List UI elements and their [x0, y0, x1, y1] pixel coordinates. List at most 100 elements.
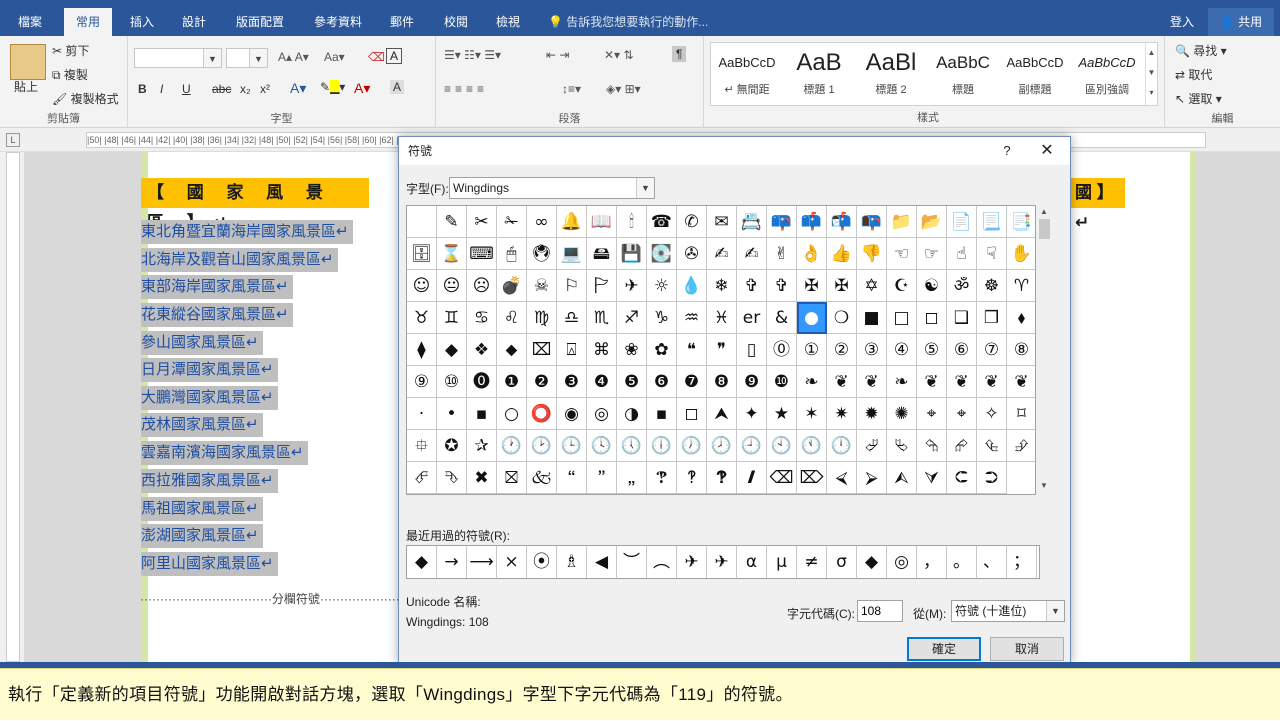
symbol-cell[interactable]: ✎: [437, 206, 467, 238]
symbol-cell[interactable]: ③: [857, 334, 887, 366]
list-item[interactable]: 雲嘉南濱海國家風景區↵: [141, 441, 308, 465]
symbol-cell[interactable]: 📪: [767, 206, 797, 238]
share-button[interactable]: 👤 共用: [1208, 8, 1274, 36]
symbol-cell[interactable]: ☜: [887, 238, 917, 270]
cancel-button[interactable]: 取消: [990, 637, 1064, 661]
bullets-icon[interactable]: ☰▾ ☷▾ ☰▾: [444, 48, 501, 62]
symbol-cell[interactable]: ⌫: [767, 462, 797, 494]
symbol-cell[interactable]: ☹: [467, 270, 497, 302]
symbol-cell[interactable]: 🕖: [677, 430, 707, 462]
help-button[interactable]: ?: [997, 137, 1017, 165]
symbol-cell[interactable]: 👌: [797, 238, 827, 270]
symbol-cell[interactable]: 📑: [1007, 206, 1035, 238]
symbol-cell[interactable]: ✰: [467, 430, 497, 462]
symbol-cell[interactable]: ⑧: [1007, 334, 1035, 366]
symbol-cell[interactable]: ❦: [947, 366, 977, 398]
symbol-cell[interactable]: 🕚: [797, 430, 827, 462]
recent-symbol-cell[interactable]: ⟶: [467, 546, 497, 578]
symbol-cell[interactable]: ❞: [707, 334, 737, 366]
symbol-cell[interactable]: 🙺: [677, 462, 707, 494]
symbol-cell[interactable]: ❑: [947, 302, 977, 334]
symbol-cell[interactable]: ☯: [917, 270, 947, 302]
symbol-cell[interactable]: ⑨: [407, 366, 437, 398]
font-select[interactable]: Wingdings ▼: [449, 177, 655, 199]
symbol-cell[interactable]: ❺: [617, 366, 647, 398]
symbol-cell[interactable]: ☝: [947, 238, 977, 270]
close-button[interactable]: ✕: [1033, 137, 1061, 165]
symbol-cell[interactable]: ☸: [977, 270, 1007, 302]
symbol-cell[interactable]: ⮴: [977, 430, 1007, 462]
clear-format-icon[interactable]: ⌫: [368, 50, 385, 64]
symbol-cell[interactable]: ❖: [467, 334, 497, 366]
recent-symbol-cell[interactable]: ，: [917, 546, 947, 578]
symbol-cell[interactable]: 🔔: [557, 206, 587, 238]
symbol-cell[interactable]: ❧: [887, 366, 917, 398]
recent-symbol-cell[interactable]: σ: [827, 546, 857, 578]
symbol-cell[interactable]: ❾: [737, 366, 767, 398]
tell-me-box[interactable]: 💡 告訴我您想要執行的動作...: [548, 8, 708, 36]
char-shading-icon[interactable]: A: [390, 80, 405, 94]
symbol-cell[interactable]: ⚐: [557, 270, 587, 302]
symbol-cell[interactable]: □: [887, 302, 917, 334]
symbol-cell[interactable]: ✍: [737, 238, 767, 270]
symbol-cell[interactable]: ✧: [977, 398, 1007, 430]
text-effects-icon[interactable]: A▾: [290, 80, 306, 97]
tab-layout[interactable]: 版面配置: [226, 8, 294, 36]
symbol-cell[interactable]: ✪: [437, 430, 467, 462]
show-marks-icon[interactable]: ¶: [672, 46, 687, 62]
symbol-cell[interactable]: ✠: [827, 270, 857, 302]
font-color-icon[interactable]: A▾: [354, 80, 370, 97]
symbol-cell[interactable]: ⮷: [437, 462, 467, 494]
symbol-cell[interactable]: 👎: [857, 238, 887, 270]
symbol-cell[interactable]: ■: [857, 302, 887, 334]
symbol-cell[interactable]: ⮚: [857, 462, 887, 494]
scroll-down-icon[interactable]: ▼: [1040, 481, 1048, 490]
symbol-cell[interactable]: ❦: [1007, 366, 1035, 398]
symbol-cell[interactable]: ❿: [767, 366, 797, 398]
symbol-cell[interactable]: ✠: [797, 270, 827, 302]
symbol-cell[interactable]: ❦: [857, 366, 887, 398]
symbol-cell[interactable]: ⌖: [947, 398, 977, 430]
symbol-cell[interactable]: 💾: [617, 238, 647, 270]
symbol-cell[interactable]: ◑: [617, 398, 647, 430]
recent-symbol-cell[interactable]: ⦿: [527, 546, 557, 578]
symbol-cell[interactable]: ♒: [677, 302, 707, 334]
recent-symbol-cell[interactable]: μ: [767, 546, 797, 578]
symbol-cell[interactable]: ⓿: [467, 366, 497, 398]
symbol-cell[interactable]: ❸: [557, 366, 587, 398]
symbol-cell[interactable]: ❒: [977, 302, 1007, 334]
list-item[interactable]: 茂林國家風景區↵: [141, 413, 263, 437]
symbol-cell[interactable]: ◻: [677, 398, 707, 430]
symbol-cell[interactable]: ✺: [887, 398, 917, 430]
paste-icon[interactable]: [10, 44, 46, 80]
symbol-cell[interactable]: ☎: [647, 206, 677, 238]
symbol-cell[interactable]: ⬥: [497, 334, 527, 366]
symbol-cell[interactable]: &: [767, 302, 797, 334]
symbol-cell[interactable]: 💻: [557, 238, 587, 270]
symbol-cell[interactable]: ☞: [917, 238, 947, 270]
recent-symbol-cell[interactable]: ◎: [887, 546, 917, 578]
symbol-cell[interactable]: 🕛: [827, 430, 857, 462]
style-emphasis[interactable]: AaBbCcD 區別強調: [1071, 43, 1143, 105]
symbol-cell[interactable]: ✞: [767, 270, 797, 302]
symbol-cell[interactable]: ✈: [617, 270, 647, 302]
symbol-cell[interactable]: ♐: [617, 302, 647, 334]
symbol-cell[interactable]: 🕙: [767, 430, 797, 462]
symbol-cell[interactable]: 📭: [857, 206, 887, 238]
tab-references[interactable]: 參考資料: [302, 8, 374, 36]
symbol-cell[interactable]: ✌: [767, 238, 797, 270]
symbol-cell[interactable]: ❄: [707, 270, 737, 302]
symbol-cell[interactable]: ✋: [1007, 238, 1035, 270]
symbol-cell[interactable]: 🕘: [737, 430, 767, 462]
symbol-cell[interactable]: ⮊: [977, 462, 1007, 494]
list-item[interactable]: 馬祖國家風景區↵: [141, 497, 263, 521]
symbol-cell[interactable]: ⌨: [467, 238, 497, 270]
shading-icon[interactable]: ◈▾ ⊞▾: [606, 82, 641, 96]
symbol-cell[interactable]: 🙵: [527, 462, 557, 494]
line-spacing-icon[interactable]: ↕≡▾: [562, 82, 581, 96]
list-item[interactable]: 日月潭國家風景區↵: [141, 358, 278, 382]
symbol-cell[interactable]: ⑤: [917, 334, 947, 366]
tab-insert[interactable]: 插入: [120, 8, 164, 36]
recent-symbol-cell[interactable]: ◆: [857, 546, 887, 578]
tab-file[interactable]: 檔案: [8, 8, 52, 36]
